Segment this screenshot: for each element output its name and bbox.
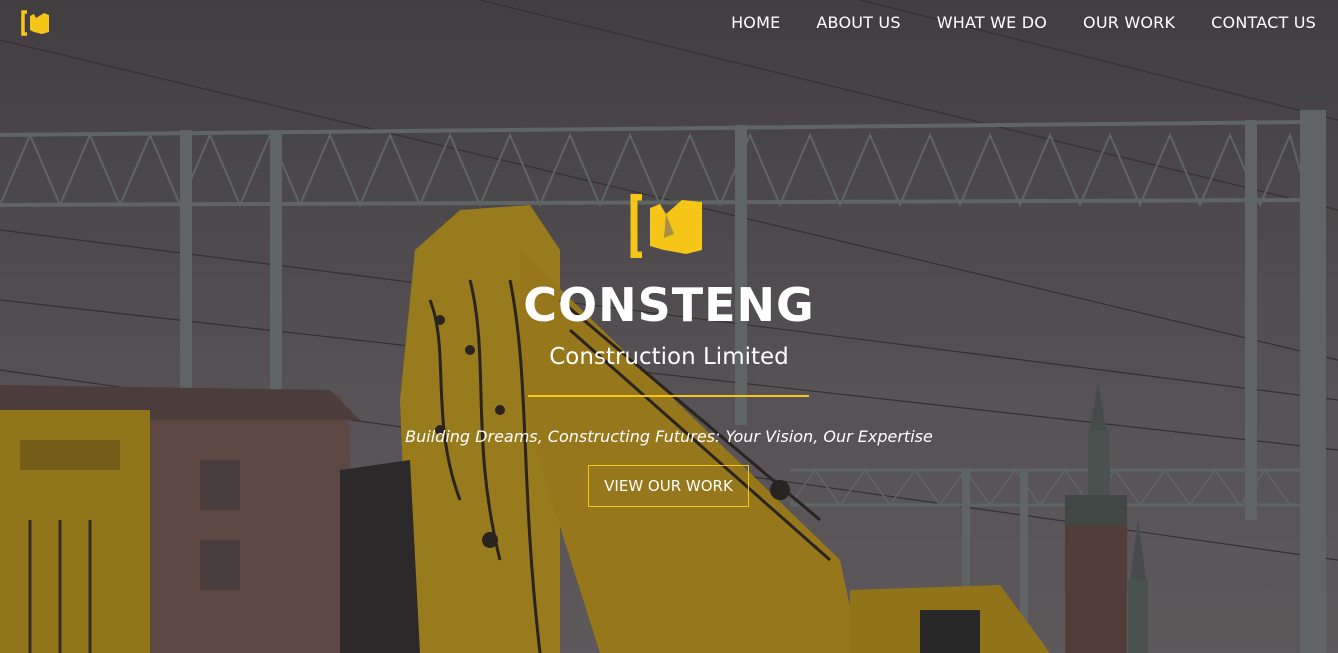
nav-link-contact-us[interactable]: CONTACT US xyxy=(1211,13,1316,32)
nav-link-about-us[interactable]: ABOUT US xyxy=(816,13,900,32)
view-our-work-button[interactable]: VIEW OUR WORK xyxy=(588,465,749,507)
hero-logo-icon xyxy=(630,194,702,258)
top-navbar: HOME ABOUT US WHAT WE DO OUR WORK CONTAC… xyxy=(0,0,1338,46)
nav-item-contact-us: CONTACT US xyxy=(1211,13,1316,32)
nav-link-home[interactable]: HOME xyxy=(731,13,780,32)
nav-item-about-us: ABOUT US xyxy=(816,13,900,32)
brand-logo-icon[interactable] xyxy=(20,10,52,36)
accent-divider xyxy=(528,395,809,397)
brand-name-heading: CONSTENG xyxy=(523,278,815,332)
nav-item-home: HOME xyxy=(731,13,780,32)
hero-tagline: Building Dreams, Constructing Futures: Y… xyxy=(405,427,933,446)
nav-item-our-work: OUR WORK xyxy=(1083,13,1175,32)
nav-menu: HOME ABOUT US WHAT WE DO OUR WORK CONTAC… xyxy=(731,13,1316,32)
nav-link-our-work[interactable]: OUR WORK xyxy=(1083,13,1175,32)
brand-subtitle: Construction Limited xyxy=(549,344,789,370)
nav-link-what-we-do[interactable]: WHAT WE DO xyxy=(937,13,1047,32)
nav-item-what-we-do: WHAT WE DO xyxy=(937,13,1047,32)
hero-section: HOME ABOUT US WHAT WE DO OUR WORK CONTAC… xyxy=(0,0,1338,653)
